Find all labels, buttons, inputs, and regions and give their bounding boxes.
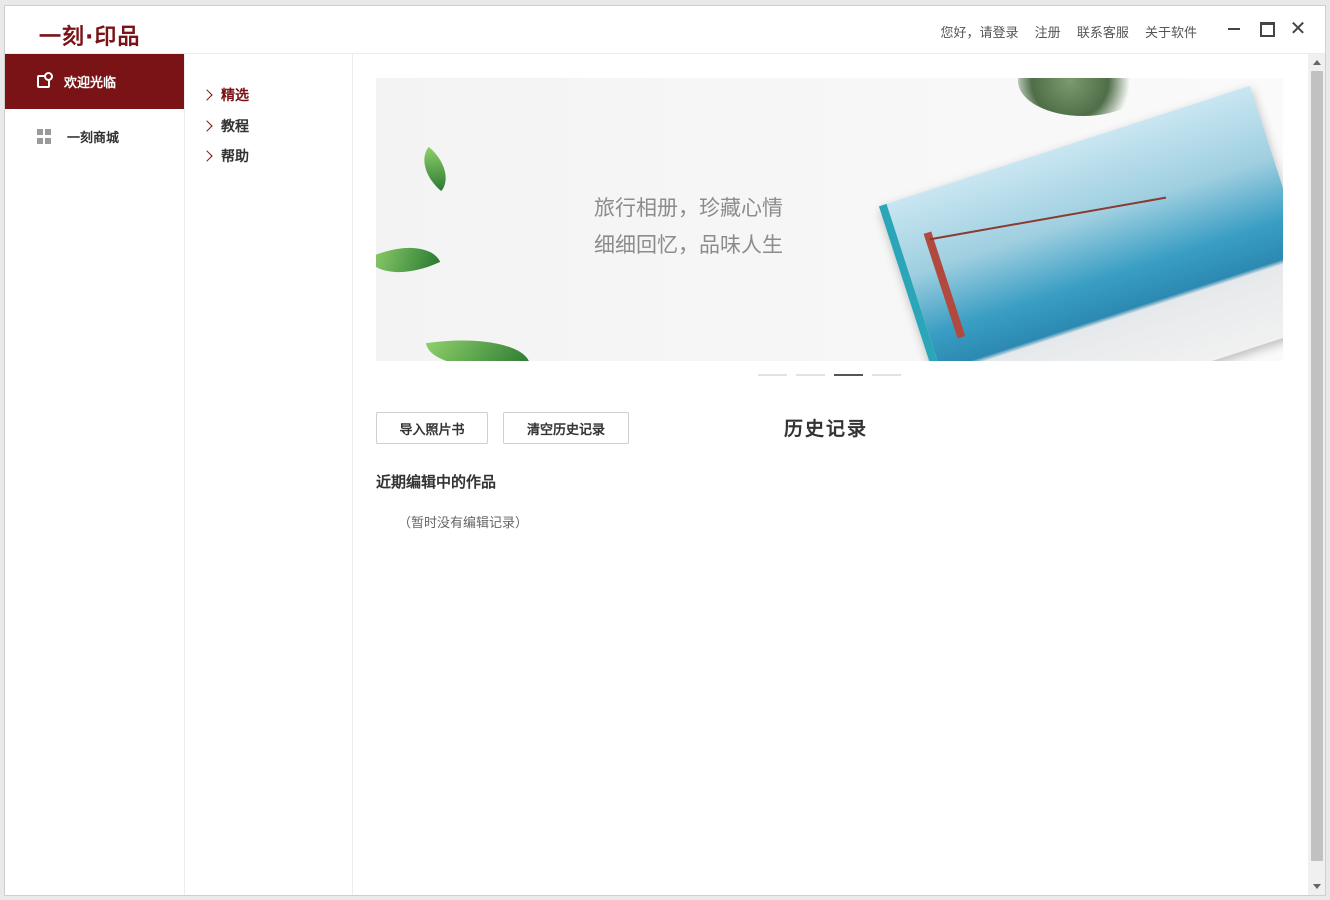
close-button[interactable]: ✕ [1287, 17, 1309, 39]
primary-sidebar: 欢迎光临 一刻商城 [5, 54, 185, 895]
bridge-cable [929, 196, 1167, 241]
subnav-item-tutorial[interactable]: 教程 [185, 111, 352, 142]
banner-line-2: 细细回忆，品味人生 [594, 233, 783, 257]
carousel-dot-active[interactable] [834, 374, 863, 376]
sidebar-item-store[interactable]: 一刻商城 [5, 109, 184, 164]
banner-slogan: 旅行相册，珍藏心情 细细回忆，品味人生 [594, 190, 783, 264]
contact-support-link[interactable]: 联系客服 [1077, 26, 1129, 41]
leaf-decoration [412, 146, 458, 192]
home-icon [37, 72, 53, 88]
bridge-tower [923, 231, 966, 339]
subnav-item-label: 帮助 [221, 149, 249, 166]
promo-banner[interactable]: 旅行相册，珍藏心情 细细回忆，品味人生 [376, 78, 1283, 361]
chevron-right-icon [201, 150, 213, 162]
clear-history-button[interactable]: 清空历史记录 [503, 412, 629, 444]
about-link[interactable]: 关于软件 [1145, 26, 1197, 41]
subnav-item-featured[interactable]: 精选 [185, 80, 352, 111]
login-link[interactable]: 您好，请登录 [941, 26, 1019, 41]
history-title: 历史记录 [784, 418, 869, 440]
sidebar-item-welcome[interactable]: 欢迎光临 [5, 54, 184, 109]
carousel-indicators [758, 374, 910, 376]
chevron-right-icon [201, 120, 213, 132]
carousel-dot[interactable] [758, 374, 787, 376]
main-content: 旅行相册，珍藏心情 细细回忆，品味人生 导入照片书 清空历史记录 历史记录 近期… [354, 54, 1309, 895]
register-link[interactable]: 注册 [1035, 26, 1061, 41]
maximize-button[interactable] [1255, 17, 1277, 39]
app-window: 一刻·印品 您好，请登录 注册 联系客服 关于软件 ✕ 欢迎光临 一刻商城 精选… [4, 5, 1326, 896]
carousel-dot[interactable] [872, 374, 901, 376]
subnav-item-label: 精选 [221, 88, 249, 105]
plant-decoration [1018, 78, 1148, 116]
minimize-button[interactable] [1223, 17, 1245, 39]
carousel-dot[interactable] [796, 374, 825, 376]
import-photobook-button[interactable]: 导入照片书 [376, 412, 488, 444]
scroll-up-arrow-icon[interactable] [1313, 60, 1321, 65]
empty-state-note: （暂时没有编辑记录） [398, 516, 529, 531]
chevron-right-icon [201, 89, 213, 101]
subnav-item-help[interactable]: 帮助 [185, 141, 352, 172]
sidebar-item-label: 欢迎光临 [64, 76, 117, 91]
photo-book-image [878, 85, 1283, 361]
recent-works-title: 近期编辑中的作品 [376, 473, 497, 491]
sidebar-item-label: 一刻商城 [67, 131, 120, 146]
subnav-item-label: 教程 [221, 118, 249, 135]
vertical-scrollbar[interactable] [1308, 54, 1325, 895]
top-links: 您好，请登录 注册 联系客服 关于软件 [929, 22, 1197, 41]
leaf-decoration [376, 231, 441, 289]
scroll-down-arrow-icon[interactable] [1313, 884, 1321, 889]
secondary-sidebar: 精选 教程 帮助 [185, 54, 353, 895]
scrollbar-thumb[interactable] [1311, 71, 1323, 861]
app-logo: 一刻·印品 [39, 25, 141, 50]
title-bar: 一刻·印品 您好，请登录 注册 联系客服 关于软件 ✕ [5, 6, 1325, 54]
grid-icon [37, 128, 53, 145]
banner-line-1: 旅行相册，珍藏心情 [594, 196, 783, 220]
leaf-decoration [425, 329, 531, 361]
